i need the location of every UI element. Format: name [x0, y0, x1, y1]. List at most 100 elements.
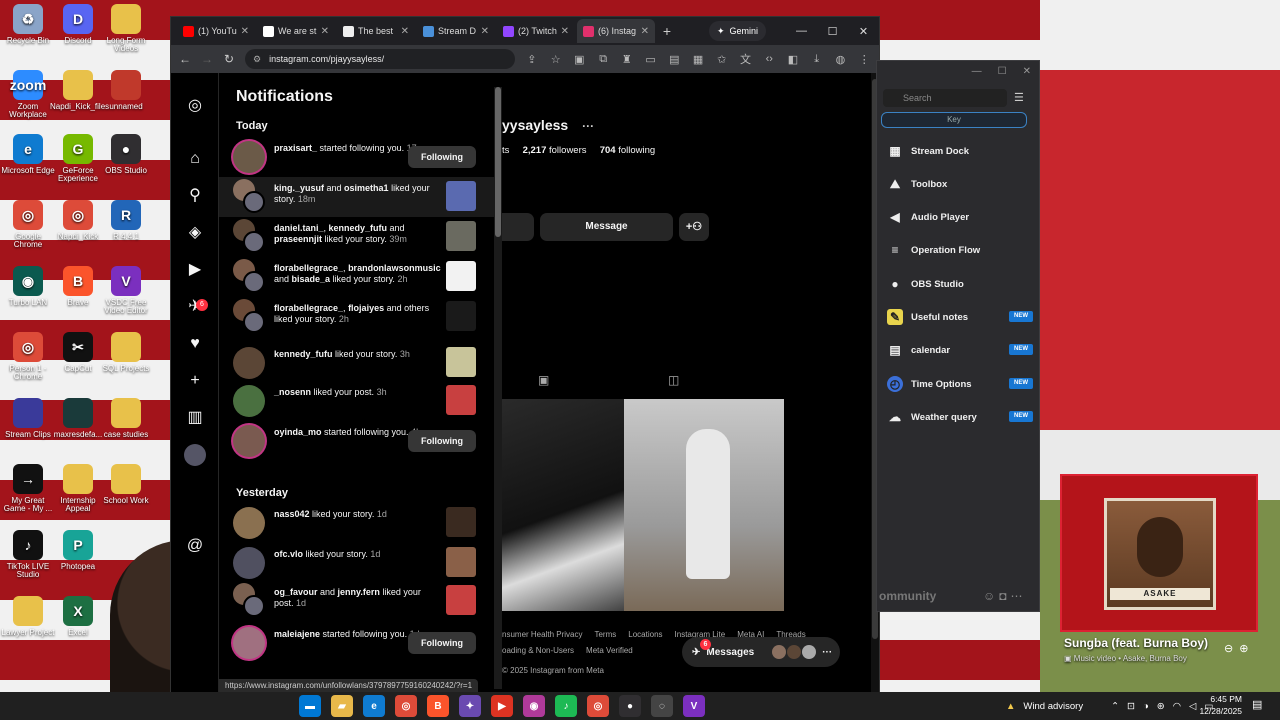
story-thumbnail[interactable] — [446, 261, 476, 291]
desktop-icon[interactable]: V VSDC Free Video Editor — [98, 266, 154, 316]
explore-icon[interactable]: ◈ — [184, 222, 206, 244]
reload-icon[interactable]: ↻ — [223, 52, 235, 66]
dock-item-operation-flow[interactable]: ≡ Operation Flow — [877, 235, 1039, 265]
extension-icon[interactable]: ♜ — [620, 53, 634, 66]
translate-icon[interactable]: 文 — [739, 51, 753, 67]
menu-icon[interactable]: ⋮ — [857, 53, 871, 66]
tab-close-icon[interactable]: ✕ — [641, 26, 649, 37]
dock-item-audio-player[interactable]: ◀ Audio Player — [877, 202, 1039, 232]
notification-row[interactable]: kennedy_fufu liked your story. 3h — [219, 343, 494, 383]
notification-icon[interactable]: ▤ — [1252, 698, 1262, 711]
extension-icon[interactable]: ⧉ — [596, 53, 610, 66]
tab-close-icon[interactable]: ✕ — [241, 26, 249, 37]
wifi-icon[interactable]: ◠ — [1173, 701, 1181, 712]
dock-item-useful-notes[interactable]: ✎ Useful notes NEW — [877, 302, 1039, 332]
messages-pill[interactable]: ✈ 6 Messages ··· — [682, 637, 840, 667]
tray-icon[interactable]: ◑ — [1143, 701, 1149, 712]
browser-tab[interactable]: We are st ✕ — [257, 19, 335, 43]
nvidia-app-icon[interactable]: ✦ — [459, 695, 481, 717]
desktop-icon[interactable]: e Microsoft Edge — [0, 134, 56, 175]
install-icon[interactable]: ⇪ — [525, 53, 539, 66]
tab-close-icon[interactable]: ✕ — [561, 26, 569, 37]
file-explorer-icon[interactable]: ▬ — [299, 695, 321, 717]
close-icon[interactable]: ✕ — [848, 25, 879, 38]
story-thumbnail[interactable] — [446, 347, 476, 377]
minus-icon[interactable]: ⊖ — [1224, 643, 1239, 655]
story-thumbnail[interactable] — [446, 181, 476, 211]
instagram-logo-icon[interactable]: ◎ — [184, 95, 206, 117]
browser-tab[interactable]: Stream D ✕ — [417, 19, 495, 43]
desktop-icon[interactable]: ♻ Recycle Bin — [0, 4, 56, 45]
suggest-user-icon[interactable]: +⚇ — [679, 213, 709, 241]
username-link[interactable]: maleiajene — [274, 629, 320, 639]
desktop-icon[interactable]: ♪ TikTok LIVE Studio — [0, 530, 56, 580]
video-app-icon[interactable]: ▶ — [491, 695, 513, 717]
notification-row[interactable]: praxisart_ started following you. 17mFol… — [219, 137, 494, 177]
maximize-icon[interactable]: ☐ — [817, 25, 848, 38]
footer-link[interactable]: Locations — [628, 630, 662, 639]
dock-item-stream-dock[interactable]: ▦ Stream Dock — [877, 136, 1039, 166]
following-count[interactable]: 704 — [600, 145, 616, 156]
post-thumbnail[interactable] — [624, 399, 784, 611]
notification-row[interactable]: florabellegrace_, flojaiyes and others l… — [219, 297, 494, 337]
username-link[interactable]: nass042 — [274, 509, 310, 519]
create-icon[interactable]: + — [184, 370, 206, 392]
avatar[interactable] — [233, 627, 265, 659]
obs-icon[interactable]: ● — [619, 695, 641, 717]
avatar[interactable] — [233, 425, 265, 457]
app-icon[interactable]: ◉ — [523, 695, 545, 717]
following-label[interactable]: following — [616, 145, 655, 156]
dock-key-field[interactable]: Key — [881, 112, 1027, 128]
extension-icon[interactable]: ▦ — [691, 53, 705, 66]
notification-row[interactable]: og_favour and jenny.fern liked your post… — [219, 581, 494, 621]
username-link[interactable]: kennedy_fufu — [274, 349, 333, 359]
story-thumbnail[interactable] — [446, 547, 476, 577]
story-thumbnail[interactable] — [446, 221, 476, 251]
reels-tab-icon[interactable]: ▣ — [538, 373, 549, 387]
minimize-icon[interactable]: — — [786, 25, 817, 38]
maximize-icon[interactable]: ☐ — [998, 66, 1007, 77]
username-link[interactable]: daniel.tani_ — [274, 223, 324, 233]
warning-icon[interactable]: ▲ — [1006, 701, 1015, 712]
desktop-icon[interactable]: ◎ Person 1 - Chrome — [0, 332, 56, 382]
tab-close-icon[interactable]: ✕ — [481, 26, 489, 37]
notification-row[interactable]: ofc.vlo liked your story. 1d — [219, 543, 494, 583]
scroll-thumb[interactable] — [495, 87, 501, 237]
username-link[interactable]: praxisart_ — [274, 143, 317, 153]
brave-icon[interactable]: B — [427, 695, 449, 717]
tagged-tab-icon[interactable]: ◫ — [668, 373, 679, 387]
list-icon[interactable]: ☰ — [1014, 91, 1024, 104]
profile-avatar[interactable] — [184, 444, 206, 466]
username-link[interactable]: kennedy_fufu — [329, 223, 388, 233]
following-button[interactable]: Following — [408, 632, 476, 654]
sidebar-icon[interactable]: ◧ — [786, 53, 800, 66]
following-button[interactable]: Following — [408, 146, 476, 168]
weather-text[interactable]: Wind advisory — [1023, 701, 1083, 712]
dock-item-time-options[interactable]: ◴ Time Options NEW — [877, 369, 1039, 399]
chevron-up-icon[interactable]: ⌃ — [1111, 701, 1119, 712]
story-thumbnail[interactable] — [446, 507, 476, 537]
username-link[interactable]: osimetha1 — [344, 183, 389, 193]
desktop-icon[interactable]: unnamed — [98, 70, 154, 111]
new-tab-button[interactable]: + — [657, 23, 677, 39]
username-link[interactable]: florabellegrace_ — [274, 303, 343, 313]
notifications-heart-icon[interactable]: ♥ — [184, 333, 206, 355]
notification-row[interactable]: oyinda_mo started following you. 4hFollo… — [219, 421, 494, 461]
story-thumbnail[interactable] — [446, 301, 476, 331]
username-link[interactable]: praseennjit — [274, 234, 322, 244]
message-button[interactable]: Message — [540, 213, 673, 241]
community-icons[interactable]: ☺◘⋯ — [983, 589, 1027, 603]
desktop-icon[interactable]: SQL Projects — [98, 332, 154, 373]
desktop-icon[interactable]: Lawyer Project — [0, 596, 56, 637]
avatar[interactable] — [233, 547, 265, 579]
following-profile-button[interactable] — [502, 213, 534, 241]
footer-link[interactable]: Terms — [594, 630, 616, 639]
tab-close-icon[interactable]: ✕ — [401, 26, 409, 37]
favorites-icon[interactable]: ✩ — [715, 53, 729, 66]
tab-close-icon[interactable]: ✕ — [321, 26, 329, 37]
chrome-icon[interactable]: ◎ — [395, 695, 417, 717]
dock-item-obs-studio[interactable]: ● OBS Studio — [877, 269, 1039, 299]
avatar[interactable] — [233, 507, 265, 539]
footer-link[interactable]: Meta Verified — [586, 646, 633, 655]
extension-icon[interactable]: ▭ — [644, 53, 658, 66]
